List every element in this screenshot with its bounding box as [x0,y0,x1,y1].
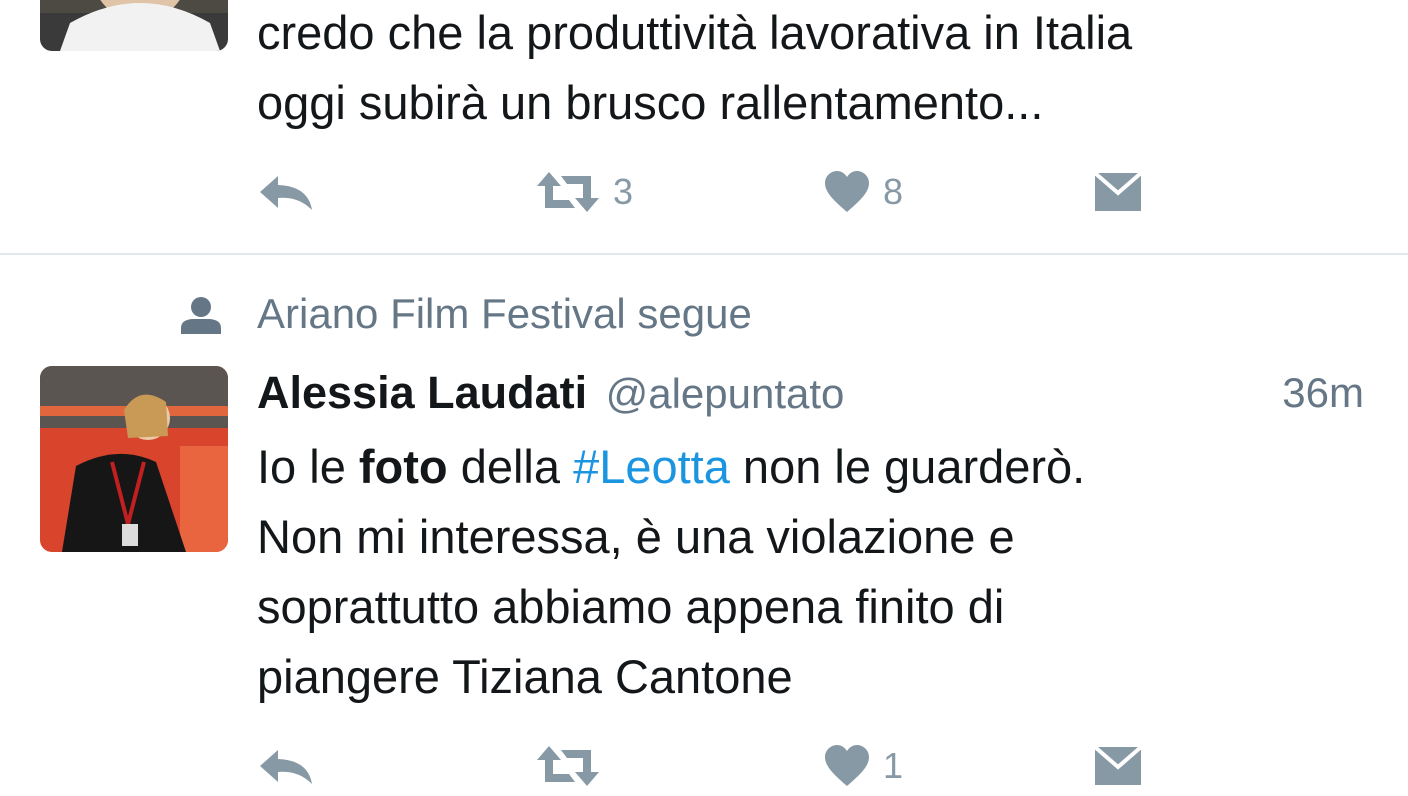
retweet-count: 3 [613,171,634,212]
avatar[interactable] [40,0,228,51]
reply-button[interactable] [258,162,314,222]
tweet-1[interactable]: credo che la produttività lavorativa in … [0,0,1408,254]
dm-button[interactable] [1093,736,1143,796]
tweet-text-line: Io le foto della #Leotta non le guarderò… [257,432,1085,502]
tweet-actions: 3 8 [0,162,1408,222]
like-count: 8 [883,171,904,212]
heart-icon [825,171,869,212]
reply-icon [260,176,312,210]
reply-button[interactable] [258,736,314,796]
tweet-text-line: Non mi interessa, è una violazione e [257,510,1015,563]
like-button[interactable]: 8 [823,162,903,222]
person-icon [181,297,221,334]
social-context: Ariano Film Festival segue [0,284,1408,344]
tweet-text: Io le foto della #Leotta non le guarderò… [257,432,1085,712]
tweet-text-line: credo che la produttività lavorativa in … [257,6,1133,59]
timestamp[interactable]: 36m [1282,363,1364,423]
like-count: 1 [883,745,904,786]
avatar-photo [40,366,228,552]
heart-icon [825,745,869,786]
envelope-icon [1093,171,1143,211]
tweet-actions: 1 [0,736,1408,796]
tweet-text-segment: Io le [257,440,359,493]
dm-button[interactable] [1093,162,1143,222]
display-name[interactable]: Alessia Laudati [257,367,587,418]
tweet-text-segment: della [447,440,574,493]
like-button[interactable]: 1 [823,736,903,796]
retweet-button[interactable] [535,736,601,796]
retweet-icon [537,172,599,212]
tweet-text-line: piangere Tiziana Cantone [257,650,793,703]
tweet-2[interactable]: Alessia Laudati @alepuntato 36m Io le fo… [0,360,1408,792]
tweet-text-bold: foto [358,440,448,493]
avatar[interactable] [40,366,228,552]
retweet-button[interactable]: 3 [535,162,633,222]
hashtag-link[interactable]: #Leotta [573,440,730,493]
avatar-photo [40,0,228,51]
user-handle[interactable]: @alepuntato [606,370,845,417]
retweet-icon [537,746,599,786]
tweet-text-segment: non le guarderò. [729,440,1086,493]
tweet-text-line: oggi subirà un brusco rallentamento... [257,76,1044,129]
tweet-header: Alessia Laudati @alepuntato 36m [257,363,1364,423]
tweet-divider [0,253,1408,255]
envelope-icon [1093,745,1143,785]
reply-icon [260,750,312,784]
social-context-text: Ariano Film Festival segue [257,290,752,337]
tweet-text: credo che la produttività lavorativa in … [257,0,1132,138]
tweet-text-line: soprattutto abbiamo appena finito di [257,580,1005,633]
